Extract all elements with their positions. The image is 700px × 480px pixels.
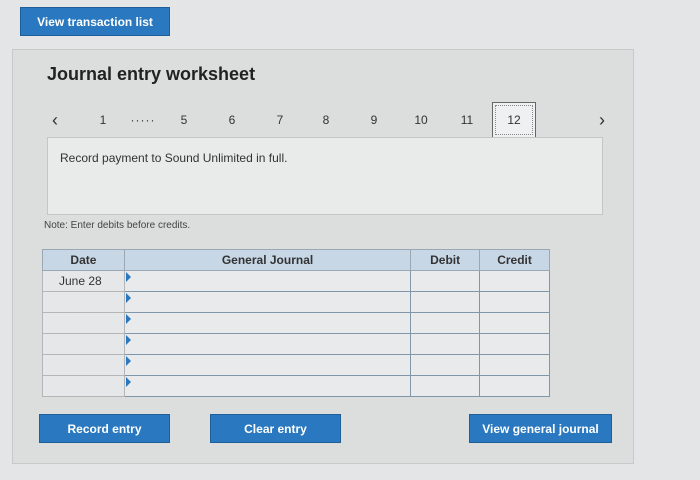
table-header-row: Date General Journal Debit Credit [42, 249, 550, 271]
credit-input[interactable] [479, 291, 550, 313]
date-cell [42, 312, 125, 334]
date-column-header: Date [42, 249, 125, 271]
dropdown-marker-icon [125, 335, 131, 345]
view-general-journal-button[interactable]: View general journal [469, 414, 612, 443]
pager-item-6[interactable]: 6 [222, 105, 242, 135]
chevron-right-icon[interactable]: › [594, 105, 610, 135]
debit-input[interactable] [410, 354, 481, 376]
dropdown-marker-icon [125, 377, 131, 387]
dropdown-marker-icon [125, 356, 131, 366]
credit-input[interactable] [479, 375, 550, 397]
credit-column-header: Credit [479, 249, 550, 271]
instruction-text: Record payment to Sound Unlimited in ful… [60, 151, 288, 165]
credit-input[interactable] [479, 354, 550, 376]
note-text: Note: Enter debits before credits. [44, 220, 191, 231]
account-dropdown[interactable] [123, 375, 412, 397]
dropdown-marker-icon [125, 314, 131, 324]
journal-table: Date General Journal Debit Credit June 2… [42, 249, 550, 397]
date-cell [42, 291, 125, 313]
general-journal-column-header: General Journal [123, 249, 412, 271]
table-row [42, 375, 550, 397]
journal-worksheet-panel: Journal entry worksheet ‹ 1 ····· 5 6 7 … [12, 49, 634, 464]
account-dropdown[interactable] [123, 291, 412, 313]
table-row [42, 291, 550, 313]
chevron-left-icon[interactable]: ‹ [47, 105, 63, 135]
pager-ellipsis: ····· [130, 113, 156, 127]
pager-item-9[interactable]: 9 [364, 105, 384, 135]
record-entry-button[interactable]: Record entry [39, 414, 170, 443]
pager-item-8[interactable]: 8 [316, 105, 336, 135]
pager-item-12-selected[interactable]: 12 [492, 102, 536, 138]
pager-item-10[interactable]: 10 [409, 105, 433, 135]
account-dropdown[interactable] [123, 312, 412, 334]
entry-pager: ‹ 1 ····· 5 6 7 8 9 10 11 12 › [13, 102, 633, 138]
account-dropdown[interactable] [123, 270, 412, 292]
date-cell [42, 354, 125, 376]
credit-input[interactable] [479, 333, 550, 355]
view-transaction-list-button[interactable]: View transaction list [20, 7, 170, 36]
worksheet-title: Journal entry worksheet [47, 64, 256, 84]
date-cell: June 28 [42, 270, 125, 292]
pager-item-11[interactable]: 11 [455, 105, 479, 135]
debit-input[interactable] [410, 312, 481, 334]
table-row [42, 312, 550, 334]
pager-item-5[interactable]: 5 [174, 105, 194, 135]
debit-input[interactable] [410, 375, 481, 397]
debit-input[interactable] [410, 270, 481, 292]
date-cell [42, 375, 125, 397]
dropdown-marker-icon [125, 272, 131, 282]
table-row: June 28 [42, 270, 550, 292]
dropdown-marker-icon [125, 293, 131, 303]
table-row [42, 333, 550, 355]
instruction-box: Record payment to Sound Unlimited in ful… [47, 137, 603, 215]
pager-item-7[interactable]: 7 [270, 105, 290, 135]
account-dropdown[interactable] [123, 333, 412, 355]
date-cell [42, 333, 125, 355]
pager-item-1[interactable]: 1 [93, 105, 113, 135]
table-row [42, 354, 550, 376]
debit-input[interactable] [410, 291, 481, 313]
clear-entry-button[interactable]: Clear entry [210, 414, 341, 443]
debit-input[interactable] [410, 333, 481, 355]
account-dropdown[interactable] [123, 354, 412, 376]
debit-column-header: Debit [410, 249, 481, 271]
credit-input[interactable] [479, 312, 550, 334]
credit-input[interactable] [479, 270, 550, 292]
